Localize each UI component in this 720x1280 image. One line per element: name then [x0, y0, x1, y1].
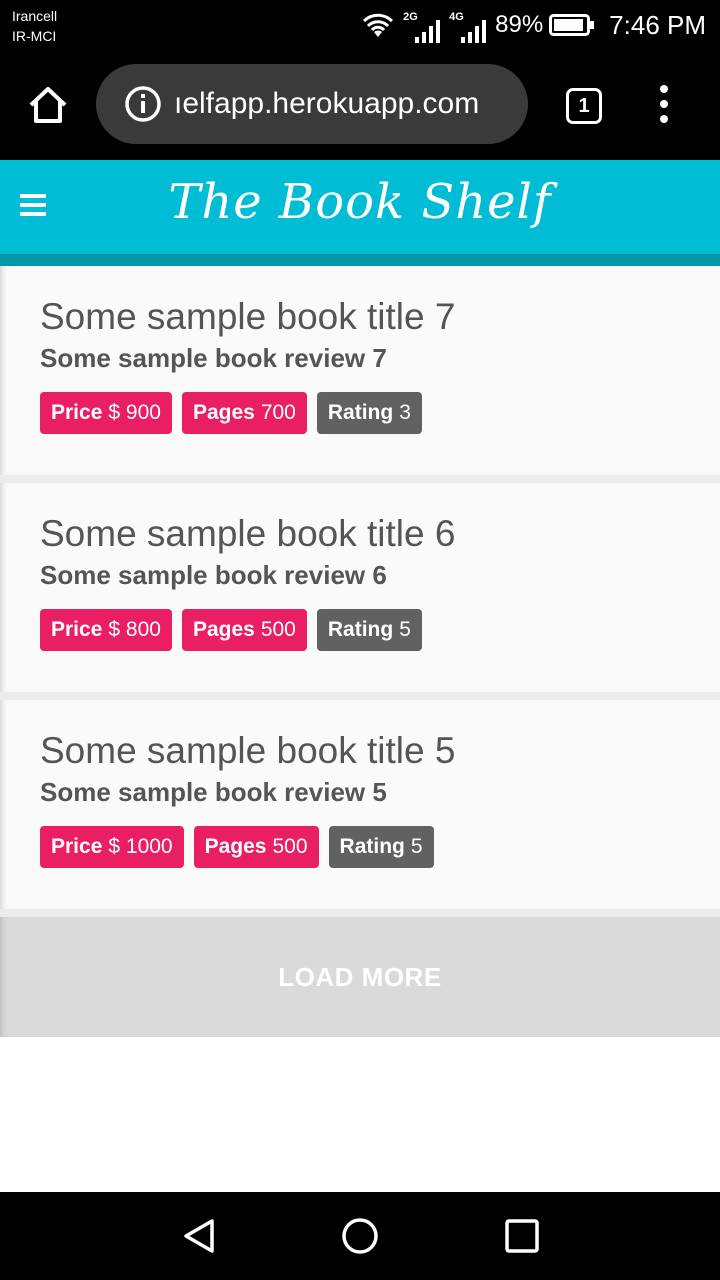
clock: 7:46 PM: [609, 9, 706, 40]
app-title: The Book Shelf: [168, 174, 552, 230]
rating-value: 5: [399, 618, 411, 641]
book-review: Some sample book review 7: [40, 343, 387, 373]
battery-percent: 89%: [495, 11, 544, 38]
book-badges: Price $ 1000 Pages 500 Rating 5: [40, 826, 720, 868]
price-value: $ 900: [108, 401, 161, 424]
book-list: Some sample book title 7 Some sample boo…: [0, 266, 720, 1037]
status-bar: Irancell IR-MCI 2G 4G 89% 7:46 PM: [0, 0, 720, 50]
pages-badge: Pages 500: [181, 609, 307, 651]
price-label: Price: [51, 835, 103, 858]
book-badges: Price $ 800 Pages 500 Rating 5: [40, 609, 720, 651]
rating-value: 3: [399, 401, 411, 424]
carrier-network: IR-MCI: [12, 28, 57, 44]
load-more-button[interactable]: LOAD MORE: [0, 917, 720, 1037]
tabs-switcher-button[interactable]: 1: [566, 88, 602, 124]
battery-icon: [549, 14, 595, 36]
wifi-icon: [363, 13, 394, 37]
browser-toolbar: ıelfapp.herokuapp.com 1: [0, 50, 720, 160]
price-badge: Price $ 900: [40, 392, 172, 434]
pages-label: Pages: [192, 618, 255, 641]
book-review: Some sample book review 5: [40, 777, 387, 807]
rating-label: Rating: [327, 618, 394, 641]
book-title: Some sample book title 6: [40, 513, 456, 554]
card-divider: [0, 909, 720, 917]
price-label: Price: [51, 401, 103, 424]
pages-badge: Pages 700: [181, 392, 307, 434]
signal-bars-icon: [415, 20, 441, 43]
book-card[interactable]: Some sample book title 7 Some sample boo…: [0, 266, 720, 475]
book-badges: Price $ 900 Pages 700 Rating 3: [40, 392, 720, 434]
back-icon[interactable]: [180, 1216, 220, 1256]
url-text[interactable]: ıelfapp.herokuapp.com: [174, 87, 528, 121]
book-card[interactable]: Some sample book title 5 Some sample boo…: [0, 700, 720, 909]
signal-bars-icon: [461, 20, 487, 43]
more-vert-icon[interactable]: [652, 84, 676, 124]
card-divider: [0, 475, 720, 483]
card-divider: [0, 692, 720, 700]
price-badge: Price $ 1000: [40, 826, 184, 868]
book-review: Some sample book review 6: [40, 560, 387, 590]
address-bar[interactable]: ıelfapp.herokuapp.com: [96, 64, 528, 144]
app-header: The Book Shelf: [0, 160, 720, 266]
pages-label: Pages: [192, 401, 255, 424]
pages-value: 500: [272, 835, 308, 858]
rating-value: 5: [410, 835, 423, 858]
price-label: Price: [51, 618, 103, 641]
book-title: Some sample book title 5: [40, 730, 456, 771]
pages-label: Pages: [204, 835, 267, 858]
price-badge: Price $ 800: [40, 609, 172, 651]
pages-value: 700: [260, 401, 296, 424]
book-card[interactable]: Some sample book title 6 Some sample boo…: [0, 483, 720, 692]
home-circle-icon[interactable]: [340, 1216, 380, 1256]
rating-label: Rating: [339, 835, 405, 858]
pages-badge: Pages 500: [193, 826, 319, 868]
carrier-info: Irancell IR-MCI: [12, 6, 57, 46]
home-icon[interactable]: [26, 83, 70, 127]
rating-label: Rating: [327, 401, 394, 424]
signal-2g: 2G: [401, 7, 441, 43]
carrier-name: Irancell: [12, 8, 58, 24]
rating-badge: Rating 5: [316, 609, 422, 651]
signal-4g: 4G: [447, 7, 487, 43]
price-value: $ 1000: [108, 835, 173, 858]
price-value: $ 800: [108, 618, 161, 641]
screen: Irancell IR-MCI 2G 4G 89% 7:46 PM ıelfap…: [0, 0, 720, 1280]
pages-value: 500: [260, 618, 296, 641]
rating-badge: Rating 5: [328, 826, 434, 868]
book-title: Some sample book title 7: [40, 296, 456, 337]
info-icon[interactable]: [124, 85, 162, 123]
system-nav-bar: [0, 1192, 720, 1280]
recents-icon[interactable]: [502, 1216, 542, 1256]
status-icons: 2G 4G 89% 7:46 PM: [361, 0, 706, 50]
rating-badge: Rating 3: [316, 392, 422, 434]
